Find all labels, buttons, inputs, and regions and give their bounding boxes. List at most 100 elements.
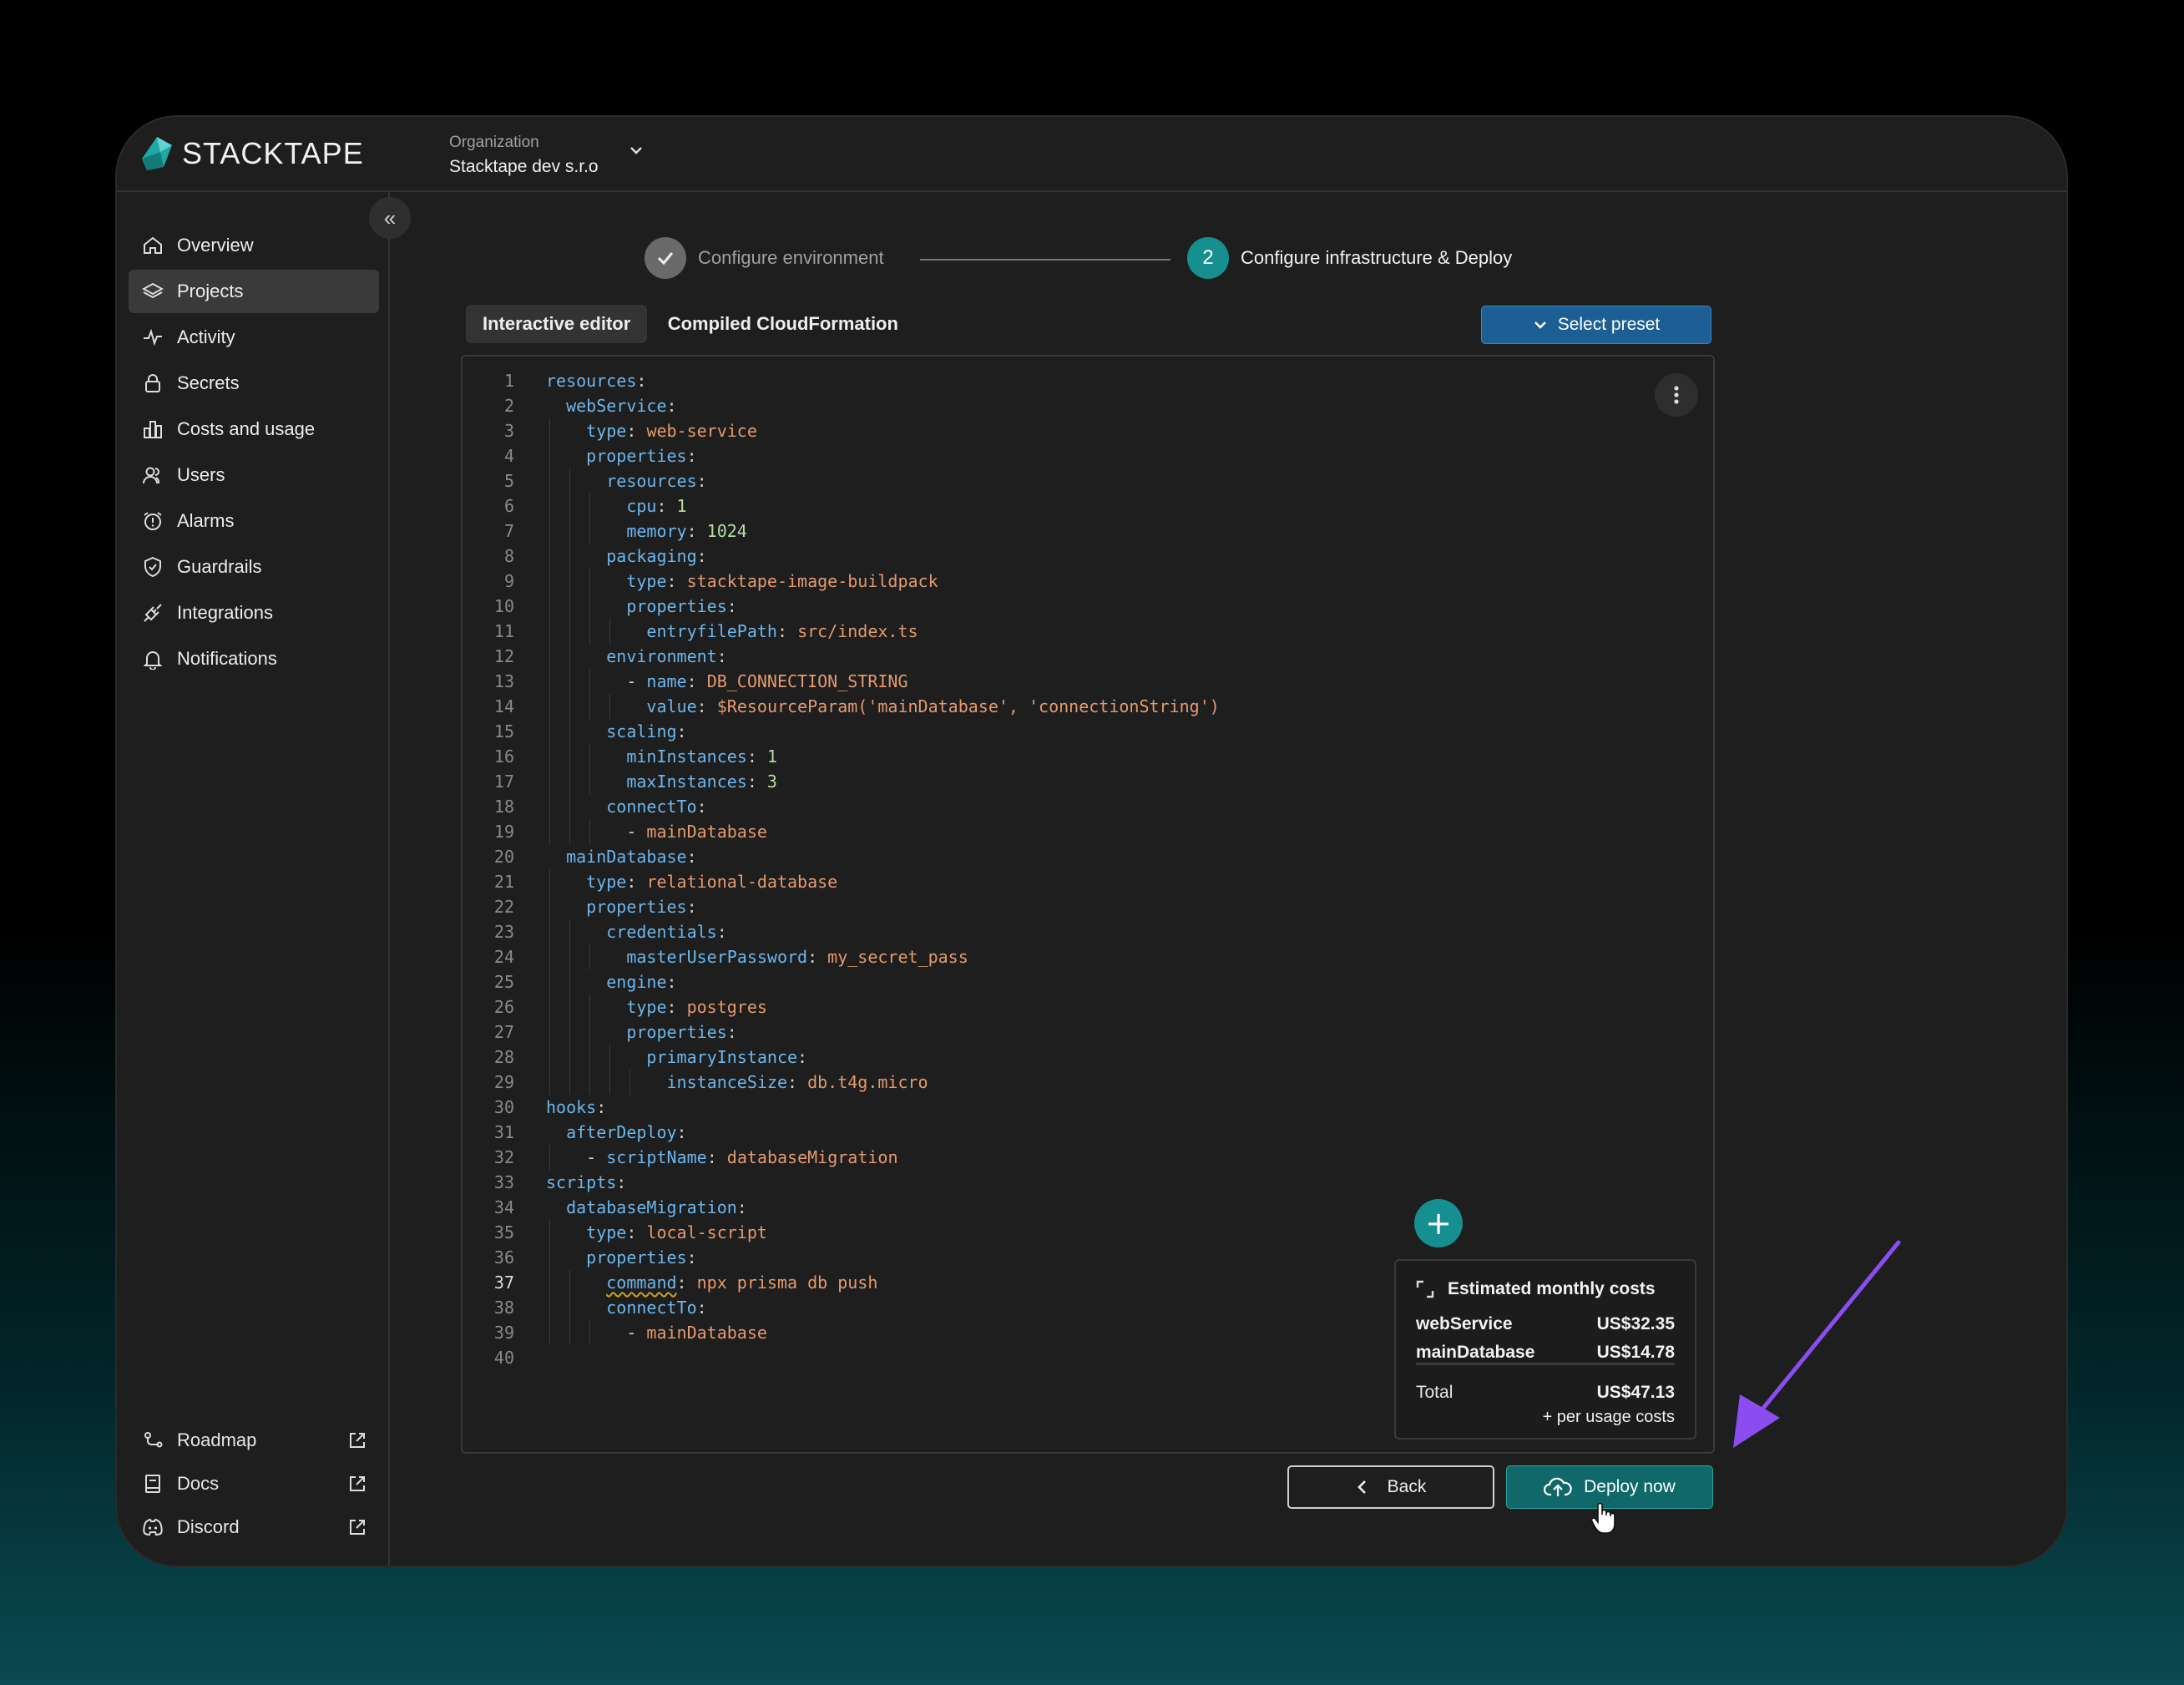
code-text: properties: [586, 1247, 697, 1268]
sidebar-link-discord[interactable]: Discord [129, 1505, 379, 1549]
code-line[interactable]: 23 credentials: [463, 919, 1698, 944]
tab-compiled-cloudformation[interactable]: Compiled CloudFormation [651, 305, 915, 343]
sidebar-link-roadmap[interactable]: Roadmap [129, 1419, 379, 1462]
org-switcher[interactable]: Organization Stacktape dev s.r.o [449, 134, 599, 177]
code-line[interactable]: 8 packaging: [463, 544, 1698, 569]
back-button-label: Back [1387, 1477, 1427, 1496]
code-text: - mainDatabase [626, 1323, 767, 1343]
code-line[interactable]: 30 hooks: [463, 1095, 1698, 1120]
cost-usage-note: + per usage costs [1542, 1408, 1675, 1426]
code-text: connectTo: [606, 797, 707, 817]
code-text: type: postgres [626, 997, 767, 1017]
sidebar-item-guardrails[interactable]: Guardrails [129, 545, 379, 589]
sidebar-item-alarms[interactable]: Alarms [129, 499, 379, 543]
code-line[interactable]: 14 value: $ResourceParam('mainDatabase',… [463, 694, 1698, 719]
sidebar-item-costs[interactable]: Costs and usage [129, 407, 379, 451]
code-line[interactable]: 18 connectTo: [463, 794, 1698, 819]
code-line[interactable]: 13 - name: DB_CONNECTION_STRING [463, 669, 1698, 694]
code-line[interactable]: 7 memory: 1024 [463, 519, 1698, 544]
code-line[interactable]: 26 type: postgres [463, 994, 1698, 1020]
top-bar: STACKTAPE Organization Stacktape dev s.r… [117, 117, 2066, 192]
annotation-arrow-icon [1733, 1240, 1901, 1448]
external-link-icon [350, 1433, 365, 1448]
code-line[interactable]: 6 cpu: 1 [463, 493, 1698, 519]
code-line[interactable]: 11 entryfilePath: src/index.ts [463, 619, 1698, 644]
code-text: value: $ResourceParam('mainDatabase', 'c… [646, 696, 1220, 716]
select-preset-button[interactable]: Select preset [1481, 306, 1711, 344]
lock-icon [145, 374, 160, 392]
code-line[interactable]: 3 type: web-service [463, 418, 1698, 443]
line-number: 7 [503, 521, 514, 541]
chevron-down-icon[interactable] [628, 142, 645, 159]
code-line[interactable]: 31 afterDeploy: [463, 1120, 1698, 1145]
code-line[interactable]: 2 webService: [463, 393, 1698, 418]
sidebar-item-secrets[interactable]: Secrets [129, 362, 379, 405]
add-resource-button[interactable]: + [1414, 1199, 1463, 1247]
code-line[interactable]: 22 properties: [463, 894, 1698, 919]
code-line[interactable]: 16 minInstances: 1 [463, 744, 1698, 769]
code-text: instanceSize: db.t4g.micro [666, 1072, 928, 1092]
line-number: 9 [503, 571, 514, 591]
expand-icon[interactable] [1416, 1280, 1434, 1298]
code-lines[interactable]: 1 resources: 2 webService: 3 type: web-serv… [463, 368, 1698, 1370]
line-number: 14 [493, 696, 514, 716]
sidebar-item-label: Secrets [177, 372, 240, 393]
home-icon [144, 236, 162, 254]
sidebar-item-activity[interactable]: Activity [129, 316, 379, 359]
code-line[interactable]: 28 primaryInstance: [463, 1045, 1698, 1070]
code-line[interactable]: 4 properties: [463, 443, 1698, 468]
code-line[interactable]: 35 type: local-script [463, 1220, 1698, 1245]
code-line[interactable]: 15 scaling: [463, 719, 1698, 744]
code-text: memory: 1024 [626, 521, 747, 541]
cost-row: webService US$32.35 [1416, 1314, 1675, 1334]
code-line[interactable]: 17 maxInstances: 3 [463, 769, 1698, 794]
line-number: 26 [493, 997, 514, 1017]
line-number: 33 [493, 1172, 514, 1192]
code-line[interactable]: 9 type: stacktape-image-buildpack [463, 569, 1698, 594]
code-line[interactable]: 34 databaseMigration: [463, 1195, 1698, 1220]
line-number: 24 [493, 947, 514, 967]
step-complete-circle[interactable] [645, 237, 686, 279]
code-line[interactable]: 29 instanceSize: db.t4g.micro [463, 1070, 1698, 1095]
stacktape-logo-icon [142, 137, 172, 170]
cost-item-value: US$32.35 [1596, 1314, 1675, 1333]
logo[interactable]: STACKTAPE [139, 134, 364, 174]
back-button[interactable]: Back [1287, 1465, 1494, 1509]
deploy-button-label: Deploy now [1584, 1477, 1676, 1496]
sidebar-item-projects[interactable]: Projects [129, 270, 379, 313]
line-number: 34 [493, 1197, 514, 1217]
code-line[interactable]: 24 masterUserPassword: my_secret_pass [463, 944, 1698, 969]
code-text: scaling: [606, 721, 687, 741]
tab-interactive-editor[interactable]: Interactive editor [466, 305, 648, 343]
sidebar-item-integrations[interactable]: Integrations [129, 591, 379, 635]
code-line[interactable]: 32 - scriptName: databaseMigration [463, 1145, 1698, 1170]
step-1-label[interactable]: Configure environment [698, 247, 884, 269]
sidebar-item-notifications[interactable]: Notifications [129, 637, 379, 681]
code-line[interactable]: 5 resources: [463, 468, 1698, 493]
code-line[interactable]: 12 environment: [463, 644, 1698, 669]
code-line[interactable]: 21 type: relational-database [463, 869, 1698, 894]
collapse-sidebar-button[interactable]: « [369, 197, 411, 239]
code-line[interactable]: 25 engine: [463, 969, 1698, 994]
select-preset-label: Select preset [1557, 315, 1661, 334]
code-line[interactable]: 20 mainDatabase: [463, 844, 1698, 869]
code-text: type: local-script [586, 1222, 767, 1242]
code-line[interactable]: 33 scripts: [463, 1170, 1698, 1195]
code-line[interactable]: 19 - mainDatabase [463, 819, 1698, 844]
code-text: hooks: [546, 1097, 607, 1117]
line-number: 40 [493, 1348, 514, 1368]
sidebar-item-users[interactable]: Users [129, 453, 379, 497]
code-text: resources: [546, 371, 647, 391]
code-line[interactable]: 27 properties: [463, 1020, 1698, 1045]
sidebar-item-label: Guardrails [177, 556, 262, 577]
editor-menu-button[interactable] [1655, 373, 1698, 417]
chevron-down-icon [1534, 321, 1546, 329]
code-line[interactable]: 10 properties: [463, 594, 1698, 619]
sidebar-link-docs[interactable]: Docs [129, 1462, 379, 1505]
line-number: 37 [493, 1273, 514, 1293]
sidebar-item-label: Users [177, 464, 225, 485]
editor-tabs: Interactive editor Compiled CloudFormati… [466, 305, 915, 343]
step-connector [920, 259, 1170, 261]
code-line[interactable]: 1 resources: [463, 368, 1698, 393]
sidebar-item-overview[interactable]: Overview [129, 224, 379, 267]
